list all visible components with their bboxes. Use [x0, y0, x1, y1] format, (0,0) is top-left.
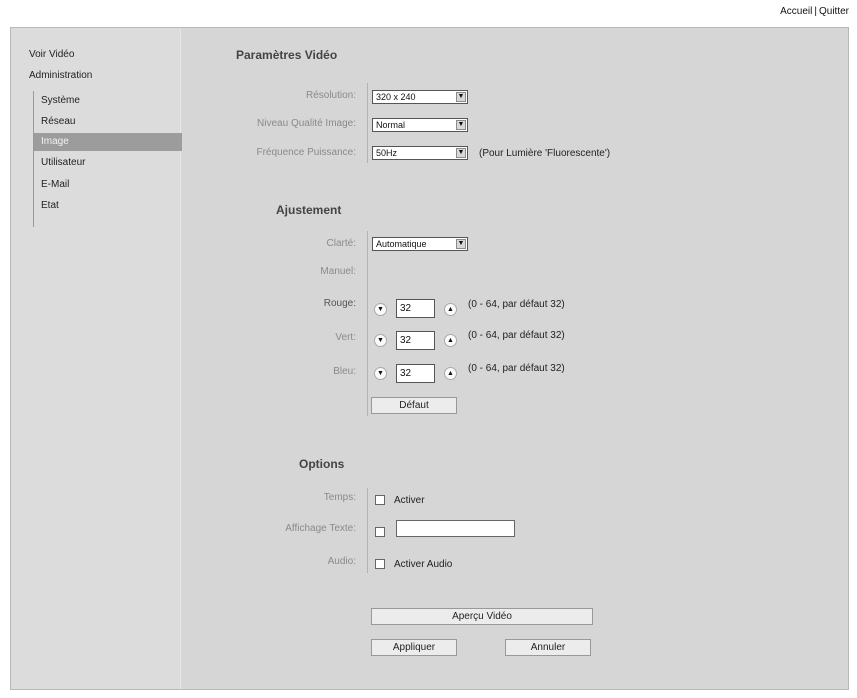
- green-hint: (0 - 64, par défaut 32): [468, 330, 565, 341]
- blue-label: Bleu:: [333, 366, 356, 377]
- content-area: Paramètres Vidéo Résolution: 320 x 240 ▼…: [182, 28, 848, 689]
- nav-view-video[interactable]: Voir Vidéo: [29, 49, 74, 60]
- arrow-down-icon: ▼: [377, 306, 384, 313]
- green-label: Vert:: [335, 332, 356, 343]
- main-frame: Voir Vidéo Administration Système Réseau…: [10, 27, 849, 690]
- home-link[interactable]: Accueil: [780, 6, 812, 17]
- sidebar-item-reseau[interactable]: Réseau: [34, 113, 182, 131]
- blue-value-input[interactable]: 32: [396, 364, 435, 383]
- red-decrement-button[interactable]: ▼: [374, 303, 387, 316]
- adjustment-title: Ajustement: [276, 203, 342, 217]
- audio-checkbox[interactable]: [375, 559, 385, 569]
- sidebar: Voir Vidéo Administration Système Réseau…: [11, 28, 182, 689]
- arrow-up-icon: ▲: [447, 337, 454, 344]
- clarity-select[interactable]: Automatique ▼: [372, 237, 468, 251]
- chevron-down-icon: ▼: [456, 239, 466, 249]
- text-display-label: Affichage Texte:: [285, 523, 356, 534]
- red-value-input[interactable]: 32: [396, 299, 435, 318]
- blue-hint: (0 - 64, par défaut 32): [468, 363, 565, 374]
- manual-label: Manuel:: [320, 266, 356, 277]
- video-preview-button[interactable]: Aperçu Vidéo: [371, 608, 593, 625]
- quality-value: Normal: [376, 120, 406, 130]
- sidebar-item-systeme[interactable]: Système: [34, 92, 182, 110]
- time-label: Temps:: [323, 492, 356, 503]
- sidebar-item-etat[interactable]: Etat: [34, 197, 182, 215]
- red-hint: (0 - 64, par défaut 32): [468, 299, 565, 310]
- text-display-input[interactable]: [396, 520, 515, 537]
- quality-label: Niveau Qualité Image:: [257, 118, 356, 129]
- resolution-select[interactable]: 320 x 240 ▼: [372, 90, 468, 104]
- quality-select[interactable]: Normal ▼: [372, 118, 468, 132]
- clarity-label: Clarté:: [326, 238, 356, 249]
- frequency-select[interactable]: 50Hz ▼: [372, 146, 468, 160]
- links-separator: |: [814, 6, 817, 17]
- divider-video: [367, 83, 368, 163]
- audio-label: Audio:: [327, 556, 356, 567]
- clarity-value: Automatique: [376, 239, 427, 249]
- sidebar-item-utilisateur[interactable]: Utilisateur: [34, 154, 182, 172]
- frequency-note: (Pour Lumière 'Fluorescente'): [479, 148, 611, 159]
- top-links: Accueil | Quitter: [780, 6, 849, 17]
- frequency-value: 50Hz: [376, 148, 398, 158]
- apply-button[interactable]: Appliquer: [371, 639, 457, 656]
- sidebar-item-image[interactable]: Image: [34, 133, 182, 151]
- arrow-down-icon: ▼: [377, 370, 384, 377]
- divider-adjustment: [367, 231, 368, 416]
- arrow-up-icon: ▲: [447, 306, 454, 313]
- nav-administration[interactable]: Administration: [29, 70, 92, 81]
- time-checkbox[interactable]: [375, 495, 385, 505]
- admin-submenu: Système Réseau Image Utilisateur E-Mail …: [33, 91, 182, 227]
- blue-decrement-button[interactable]: ▼: [374, 367, 387, 380]
- resolution-value: 320 x 240: [376, 92, 416, 102]
- quit-link[interactable]: Quitter: [819, 6, 849, 17]
- chevron-down-icon: ▼: [456, 92, 466, 102]
- audio-checkbox-label: Activer Audio: [394, 559, 453, 570]
- arrow-up-icon: ▲: [447, 370, 454, 377]
- divider-options: [367, 488, 368, 573]
- red-label: Rouge:: [323, 298, 356, 309]
- arrow-down-icon: ▼: [377, 337, 384, 344]
- cancel-button[interactable]: Annuler: [505, 639, 591, 656]
- default-button[interactable]: Défaut: [371, 397, 457, 414]
- red-increment-button[interactable]: ▲: [444, 303, 457, 316]
- green-value-input[interactable]: 32: [396, 331, 435, 350]
- text-display-checkbox[interactable]: [375, 527, 385, 537]
- sidebar-item-email[interactable]: E-Mail: [34, 176, 182, 194]
- options-title: Options: [299, 457, 345, 471]
- chevron-down-icon: ▼: [456, 120, 466, 130]
- frequency-label: Fréquence Puissance:: [256, 147, 356, 158]
- time-checkbox-label: Activer: [394, 495, 425, 506]
- chevron-down-icon: ▼: [456, 148, 466, 158]
- video-params-title: Paramètres Vidéo: [236, 48, 338, 62]
- resolution-label: Résolution:: [305, 90, 356, 101]
- green-increment-button[interactable]: ▲: [444, 334, 457, 347]
- green-decrement-button[interactable]: ▼: [374, 334, 387, 347]
- blue-increment-button[interactable]: ▲: [444, 367, 457, 380]
